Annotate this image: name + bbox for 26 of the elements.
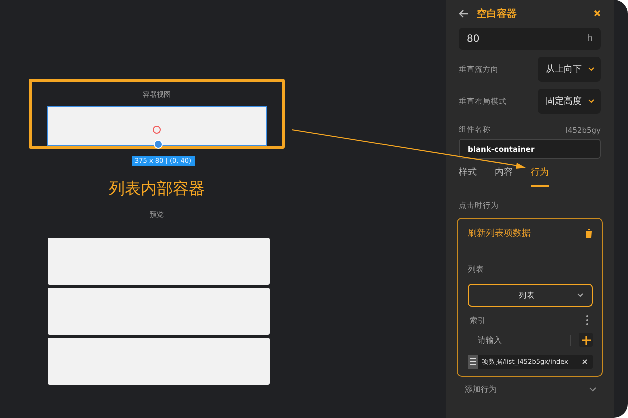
anchor-ring-icon [153,126,161,134]
field-label: 列表 [468,264,485,275]
dropdown[interactable]: 从上向下 [538,57,601,82]
height-field[interactable]: 80 h [459,28,601,50]
container-caption: 列表内部容器 [108,179,206,200]
drag-handle-icon[interactable] [468,355,478,369]
add-action-label[interactable]: 添加行为 [465,384,497,395]
remove-icon[interactable] [582,359,588,365]
tab[interactable]: 内容 [495,166,513,187]
index-field[interactable]: 请输入 [476,334,571,346]
back-arrow-icon[interactable] [459,8,469,18]
chevron-down-icon [588,99,595,104]
chevron-down-icon [588,67,595,72]
tab[interactable]: 样式 [459,166,477,187]
tab[interactable]: 行为 [531,166,549,187]
add-button[interactable] [579,333,593,347]
close-icon[interactable] [594,10,601,17]
panel-title: 空白容器 [477,7,518,20]
trash-icon[interactable] [585,229,593,238]
chevron-down-icon[interactable] [589,387,597,392]
more-icon[interactable] [586,315,589,326]
action-title: 刷新列表项数据 [468,228,531,240]
resize-handle[interactable] [154,140,163,149]
dropdown[interactable]: 固定高度 [538,89,601,114]
chevron-down-icon [577,293,584,298]
container-view[interactable] [47,106,267,146]
